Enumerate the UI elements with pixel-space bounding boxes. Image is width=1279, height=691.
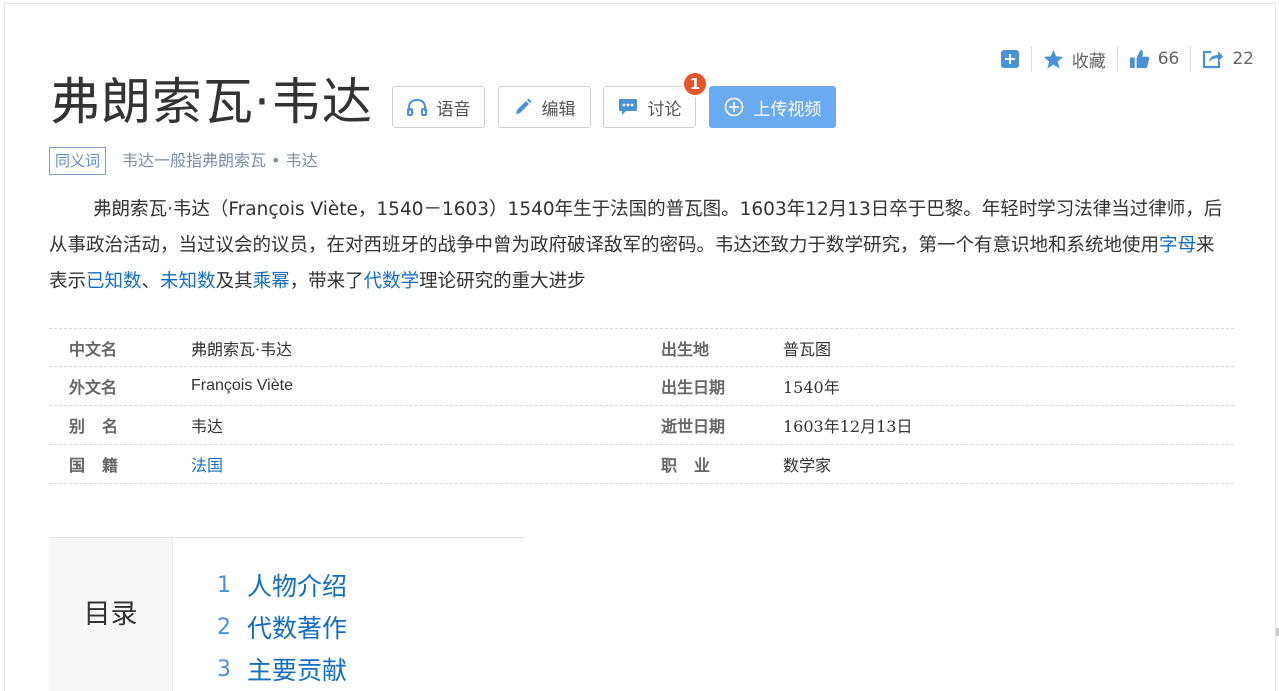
audio-button[interactable]: 语音 (392, 86, 485, 128)
info-value: 弗朗索瓦·韦达 (191, 339, 293, 359)
toc-item-number: 2 (217, 614, 231, 640)
summary-text: 理论研究的重大进步 (419, 271, 586, 292)
thumbs-up-icon (1129, 49, 1150, 69)
share-icon (1203, 50, 1224, 69)
info-key: 外文名 (69, 378, 118, 397)
toc-item[interactable]: 2 代数著作 (217, 606, 347, 648)
toc-item[interactable]: 1 人物介绍 (217, 564, 347, 606)
like-count: 66 (1157, 49, 1180, 69)
toc-item-number: 1 (217, 572, 231, 598)
info-key: 出生日期 (661, 378, 726, 397)
info-key: 国籍 (69, 456, 136, 475)
upload-video-button[interactable]: 上传视频 (709, 86, 836, 128)
info-key: 职业 (661, 456, 728, 475)
plus-square-icon (1000, 50, 1019, 68)
summary-text: 弗朗索瓦·韦达（François Viète，1540－1603）1540年生于… (49, 199, 1223, 256)
info-row: 中文名 弗朗索瓦·韦达 出生地 普瓦图 (49, 328, 1234, 367)
table-of-contents: 目录 1 人物介绍 2 代数著作 3 主要贡献 (49, 537, 525, 691)
link-unknown-numbers[interactable]: 未知数 (160, 271, 216, 292)
toc-heading: 目录 (49, 538, 173, 691)
info-key: 中文名 (69, 339, 118, 359)
upload-video-label: 上传视频 (753, 99, 822, 120)
share-button[interactable]: 22 (1190, 46, 1265, 72)
summary-text: 及其 (215, 271, 253, 292)
share-count: 22 (1232, 49, 1254, 69)
toc-item[interactable]: 3 主要贡献 (217, 648, 347, 690)
summary-paragraph: 弗朗索瓦·韦达（François Viète，1540－1603）1540年生于… (49, 192, 1229, 300)
synonym-tag[interactable]: 同义词 (49, 147, 107, 175)
favorite-button[interactable]: 收藏 (1030, 46, 1117, 72)
like-button[interactable]: 66 (1116, 46, 1191, 72)
action-toolbar: 收藏 66 22 (989, 46, 1265, 72)
link-letters[interactable]: 字母 (1159, 235, 1196, 256)
info-value: 韦达 (191, 417, 224, 436)
info-row: 外文名 François Viète 出生日期 1540年 (49, 367, 1234, 406)
edit-label: 编辑 (541, 99, 576, 120)
info-value: 数学家 (783, 456, 832, 475)
summary-text: 、 (141, 271, 161, 292)
info-value-link[interactable]: 法国 (191, 452, 641, 476)
discuss-button[interactable]: 讨论 (603, 86, 696, 128)
toc-item-number: 3 (217, 656, 231, 682)
toc-item-label[interactable]: 人物介绍 (247, 567, 347, 603)
pencil-icon (515, 98, 531, 114)
edit-button[interactable]: 编辑 (498, 86, 591, 128)
chat-bubble-icon (618, 99, 637, 115)
favorite-label: 收藏 (1071, 51, 1106, 72)
toc-item-label[interactable]: 代数著作 (247, 609, 347, 645)
toc-item-label[interactable]: 主要贡献 (247, 651, 347, 687)
toc-list: 1 人物介绍 2 代数著作 3 主要贡献 (217, 564, 347, 690)
discuss-label: 讨论 (647, 99, 682, 120)
info-value: 普瓦图 (783, 339, 832, 359)
link-algebra[interactable]: 代数学 (364, 271, 420, 292)
discuss-count-badge: 1 (682, 71, 708, 97)
info-key: 出生地 (661, 339, 710, 359)
info-key: 逝世日期 (661, 417, 726, 436)
info-value: 1540年 (783, 378, 840, 397)
link-known-numbers[interactable]: 已知数 (86, 271, 142, 292)
info-key: 别名 (69, 417, 136, 436)
basic-info-table: 中文名 弗朗索瓦·韦达 出生地 普瓦图 外文名 François Viète 出… (49, 328, 1234, 484)
info-value: François Viète (191, 377, 293, 394)
summary-text: ，带来了 (289, 271, 364, 292)
audio-label: 语音 (436, 99, 471, 120)
page-title: 弗朗索瓦·韦达 (50, 73, 373, 131)
info-value: 1603年12月13日 (783, 417, 913, 436)
synonym-text: 韦达一般指弗朗索瓦 • 韦达 (122, 151, 318, 170)
info-row: 国籍 法国 职业 数学家 (49, 445, 1234, 484)
link-powers[interactable]: 乘幂 (253, 271, 290, 292)
info-row: 别名 韦达 逝世日期 1603年12月13日 (49, 406, 1234, 445)
add-button[interactable] (989, 46, 1031, 72)
headphones-icon (406, 98, 427, 116)
plus-circle-icon (724, 97, 743, 117)
star-icon (1043, 49, 1063, 69)
